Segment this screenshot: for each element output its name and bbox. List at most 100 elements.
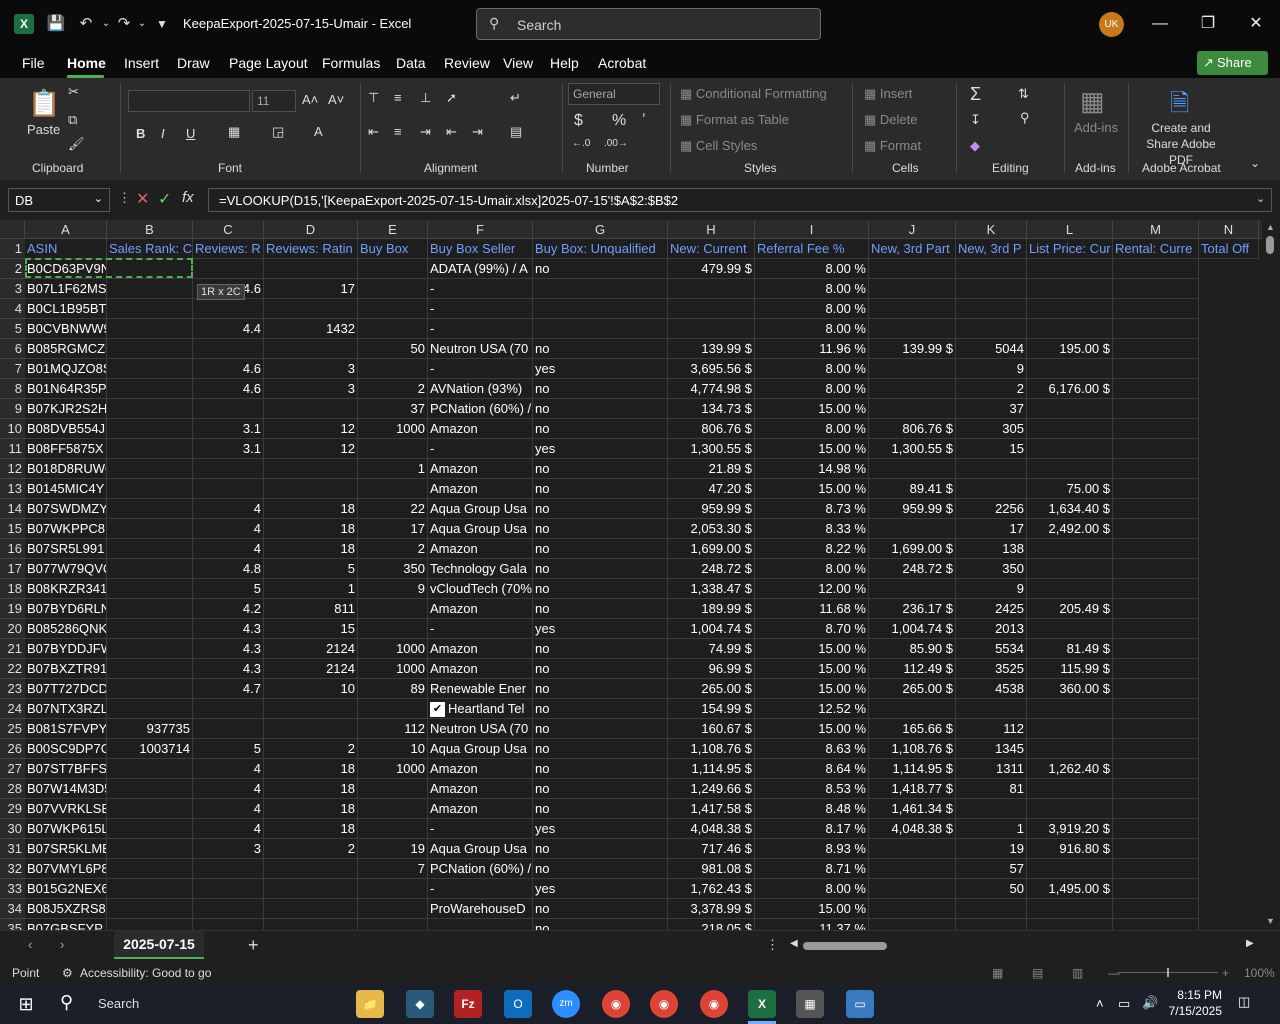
filezilla-icon[interactable]: Fz xyxy=(454,990,482,1018)
table-cell[interactable]: 717.46 $ xyxy=(668,839,755,859)
table-cell[interactable]: 9 xyxy=(956,579,1027,599)
table-cell[interactable]: 17 xyxy=(264,279,358,299)
table-cell[interactable]: 2425 xyxy=(956,599,1027,619)
table-cell[interactable] xyxy=(193,259,264,279)
table-cell[interactable]: 3,378.99 $ xyxy=(668,899,755,919)
table-cell[interactable]: 360.00 $ xyxy=(1027,679,1113,699)
table-cell[interactable]: 37 xyxy=(358,399,428,419)
table-cell[interactable]: 4.2 xyxy=(193,599,264,619)
table-cell[interactable] xyxy=(1113,539,1199,559)
table-cell[interactable]: 4.3 xyxy=(193,619,264,639)
table-cell[interactable]: 4.4 xyxy=(193,319,264,339)
table-cell[interactable]: B081S7FVPY xyxy=(25,719,107,739)
table-cell[interactable]: 959.99 $ xyxy=(668,499,755,519)
table-cell[interactable] xyxy=(1113,599,1199,619)
table-cell[interactable]: Aqua Group Usa xyxy=(428,519,533,539)
table-cell[interactable]: 12 xyxy=(264,439,358,459)
table-cell[interactable]: B085RGMCZ5 xyxy=(25,339,107,359)
sort-filter-icon[interactable]: ⇅ xyxy=(1018,86,1029,102)
table-cell[interactable]: 3,919.20 $ xyxy=(1027,819,1113,839)
row-header[interactable]: 25 xyxy=(0,719,25,739)
table-cell[interactable]: 248.72 $ xyxy=(869,559,956,579)
table-cell[interactable]: B07L1F62MS xyxy=(25,279,107,299)
excel-taskbar-icon[interactable]: X xyxy=(748,990,776,1018)
middle-align-icon[interactable]: ≡ xyxy=(394,90,402,105)
table-cell[interactable]: 8.00 % xyxy=(755,259,869,279)
column-header-m[interactable]: M xyxy=(1113,220,1199,239)
table-cell[interactable]: 8.22 % xyxy=(755,539,869,559)
merge-center-icon[interactable]: ▤ xyxy=(510,124,522,140)
table-cell[interactable] xyxy=(107,519,193,539)
table-cell[interactable]: 350 xyxy=(956,559,1027,579)
table-cell[interactable]: no xyxy=(533,839,668,859)
table-cell[interactable]: 8.63 % xyxy=(755,739,869,759)
table-cell[interactable] xyxy=(1027,799,1113,819)
page-break-view-icon[interactable]: ▥ xyxy=(1072,966,1083,980)
table-cell[interactable]: B07VMYL6P8 xyxy=(25,859,107,879)
table-cell[interactable]: 8.73 % xyxy=(755,499,869,519)
table-cell[interactable]: 916.80 $ xyxy=(1027,839,1113,859)
fill-icon[interactable]: ↧ xyxy=(970,112,981,128)
table-cell[interactable] xyxy=(1027,719,1113,739)
enter-icon[interactable]: ✓ xyxy=(158,189,171,209)
table-cell[interactable] xyxy=(358,799,428,819)
table-cell[interactable]: 7 xyxy=(358,859,428,879)
increase-font-icon[interactable]: A˄ xyxy=(302,92,318,107)
table-cell[interactable]: 8.48 % xyxy=(755,799,869,819)
table-cell[interactable]: 47.20 $ xyxy=(668,479,755,499)
table-cell[interactable]: 14.98 % xyxy=(755,459,869,479)
table-cell[interactable] xyxy=(107,419,193,439)
table-cell[interactable]: 1000 xyxy=(358,759,428,779)
row-header[interactable]: 32 xyxy=(0,859,25,879)
table-cell[interactable]: 265.00 $ xyxy=(668,679,755,699)
table-cell[interactable] xyxy=(264,399,358,419)
header-cell[interactable]: New, 3rd Part xyxy=(869,239,956,259)
column-header-l[interactable]: L xyxy=(1027,220,1113,239)
table-cell[interactable]: no xyxy=(533,739,668,759)
table-cell[interactable] xyxy=(1113,879,1199,899)
zoom-level[interactable]: 100% xyxy=(1244,966,1275,980)
table-cell[interactable] xyxy=(1113,459,1199,479)
table-cell[interactable]: 189.99 $ xyxy=(668,599,755,619)
table-cell[interactable]: Technology Gala xyxy=(428,559,533,579)
table-cell[interactable]: 8.00 % xyxy=(755,299,869,319)
table-cell[interactable]: 1003714 xyxy=(107,739,193,759)
table-cell[interactable] xyxy=(107,319,193,339)
sheet-tab-active[interactable]: 2025-07-15 xyxy=(114,931,204,959)
row-header[interactable]: 8 xyxy=(0,379,25,399)
table-cell[interactable]: 15 xyxy=(264,619,358,639)
table-cell[interactable] xyxy=(107,799,193,819)
row-header[interactable]: 22 xyxy=(0,659,25,679)
table-cell[interactable]: - xyxy=(428,439,533,459)
table-cell[interactable] xyxy=(956,459,1027,479)
table-cell[interactable]: 1,418.77 $ xyxy=(869,779,956,799)
table-cell[interactable]: 6,176.00 $ xyxy=(1027,379,1113,399)
table-cell[interactable]: 4 xyxy=(193,799,264,819)
column-header-g[interactable]: G xyxy=(533,220,668,239)
table-cell[interactable] xyxy=(869,839,956,859)
bottom-align-icon[interactable]: ⊥ xyxy=(420,90,431,106)
table-cell[interactable] xyxy=(1113,799,1199,819)
table-cell[interactable] xyxy=(107,879,193,899)
table-cell[interactable]: no xyxy=(533,859,668,879)
table-cell[interactable] xyxy=(1027,619,1113,639)
table-cell[interactable] xyxy=(1027,459,1113,479)
fill-color-icon[interactable]: ◲ xyxy=(272,124,284,140)
table-cell[interactable] xyxy=(264,479,358,499)
table-cell[interactable] xyxy=(264,259,358,279)
table-cell[interactable]: 18 xyxy=(264,759,358,779)
table-cell[interactable]: 89.41 $ xyxy=(869,479,956,499)
horizontal-scroll-thumb[interactable] xyxy=(803,942,887,950)
table-cell[interactable]: 139.99 $ xyxy=(869,339,956,359)
table-cell[interactable] xyxy=(1113,319,1199,339)
table-cell[interactable]: no xyxy=(533,579,668,599)
row-header[interactable]: 31 xyxy=(0,839,25,859)
table-cell[interactable]: 1,108.76 $ xyxy=(869,739,956,759)
table-cell[interactable]: 4.6 xyxy=(193,379,264,399)
table-cell[interactable] xyxy=(193,399,264,419)
align-left-icon[interactable]: ⇤ xyxy=(368,124,379,140)
table-cell[interactable]: B01MQJZO8S xyxy=(25,359,107,379)
copy-icon[interactable]: ⧉ xyxy=(68,112,77,128)
table-cell[interactable]: 4,774.98 $ xyxy=(668,379,755,399)
underline-icon[interactable]: U xyxy=(186,126,195,141)
